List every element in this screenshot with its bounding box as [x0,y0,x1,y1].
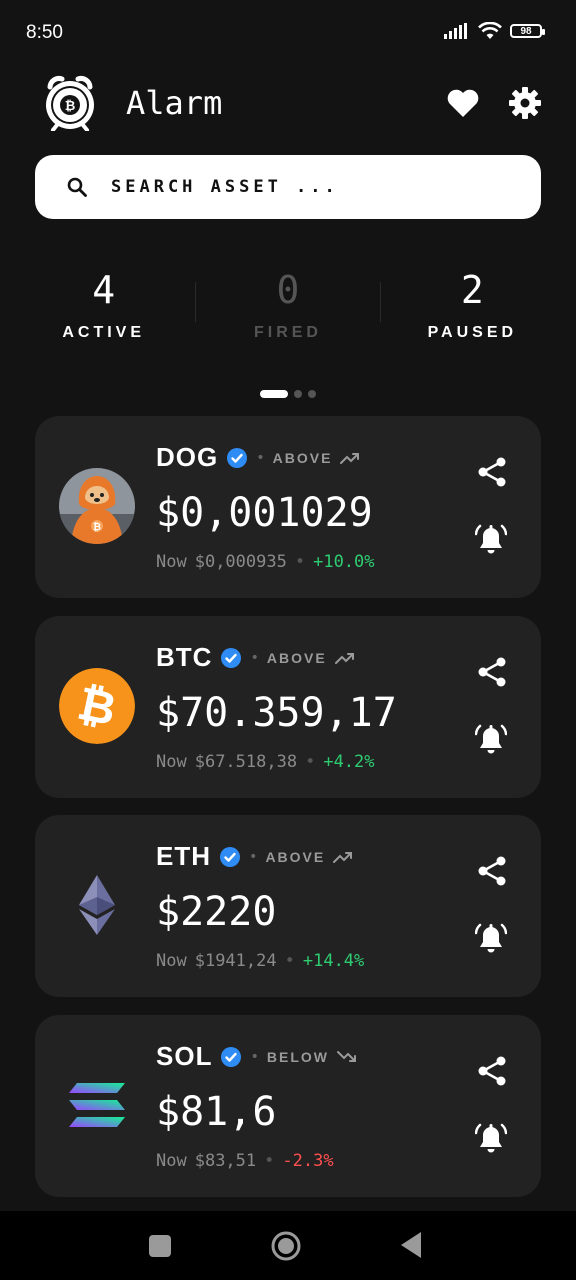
header-actions [446,86,542,120]
alarm-stats: 4 ACTIVE 0 FIRED 2 PAUSED [12,266,564,356]
verified-badge-icon [221,647,242,668]
share-icon[interactable] [477,456,507,488]
alarm-bell-icon[interactable] [475,522,507,556]
alarm-card-dog[interactable]: ₿ DOG • ABOVE $0,001029 Now $0,000935 • … [35,416,541,598]
now-label: Now [156,1151,187,1171]
verified-badge-icon [227,447,248,468]
search-bar[interactable]: SEARCH ASSET ... [35,155,541,219]
current-price: $1941,24 [194,951,277,971]
app-title: Alarm [126,84,223,122]
price-change: +4.2% [323,752,375,772]
target-price: $0,001029 [156,490,373,536]
share-icon[interactable] [477,855,507,887]
system-nav-bar [0,1211,576,1280]
now-label: Now [156,552,187,572]
stat-paused-label: PAUSED [427,324,518,341]
share-icon[interactable] [477,656,507,688]
page-dot-1[interactable] [260,390,288,398]
alarm-direction: BELOW [266,1048,329,1065]
current-price-row: Now $67.518,38 • +4.2% [156,752,375,772]
ticker-symbol: ETH [156,841,211,871]
alarm-bell-icon[interactable] [475,921,507,955]
trending-down-icon [337,1050,356,1062]
battery-level: 98 [520,25,532,37]
stat-fired-count: 0 [276,268,300,312]
app-header: ₿ Alarm [44,74,542,132]
trending-up-icon [333,851,353,863]
back-icon[interactable] [400,1231,422,1259]
page-dot-3[interactable] [308,390,316,398]
stat-active-label: ACTIVE [62,324,145,341]
wifi-icon [478,22,502,39]
stat-paused-count: 2 [460,268,484,312]
current-price: $83,51 [194,1151,257,1171]
solana-icon [59,1067,135,1143]
settings-gear-icon[interactable] [508,86,542,120]
ticker-symbol: BTC [156,642,213,672]
alarm-bell-icon[interactable] [475,1121,507,1155]
price-change: +14.4% [302,951,365,971]
ticker-row: BTC • ABOVE [156,642,355,673]
page-dot-2[interactable] [294,390,302,398]
status-icons: 98 [444,22,545,40]
recent-apps-icon[interactable] [149,1235,171,1257]
search-placeholder: SEARCH ASSET ... [111,177,339,197]
svg-text:₿: ₿ [65,98,76,113]
dog-coin-icon: ₿ [59,468,135,544]
current-price: $67.518,38 [194,752,298,772]
stat-paused[interactable]: 2 PAUSED [381,266,564,356]
home-icon[interactable] [271,1231,301,1261]
stat-fired[interactable]: 0 FIRED [196,266,379,356]
alarm-direction: ABOVE [272,449,333,466]
share-icon[interactable] [477,1055,507,1087]
page-indicator [0,390,576,398]
ethereum-icon [59,867,135,943]
current-price-row: Now $0,000935 • +10.0% [156,552,375,572]
status-time: 8:50 [26,22,63,43]
verified-badge-icon [220,846,240,867]
ticker-row: SOL • BELOW [156,1041,357,1072]
alarm-bell-icon[interactable] [475,722,507,756]
ticker-row: ETH • ABOVE [156,841,353,872]
stat-fired-label: FIRED [253,324,322,341]
price-change: -2.3% [282,1151,334,1171]
status-bar: 8:50 98 [0,0,576,62]
current-price: $0,000935 [194,552,287,572]
search-icon [67,177,87,197]
alarm-card-sol[interactable]: SOL • BELOW $81,6 Now $83,51 • -2.3% [35,1015,541,1197]
bitcoin-alarm-clock-icon: ₿ [46,76,94,131]
favorites-heart-icon[interactable] [446,88,480,118]
target-price: $81,6 [156,1089,277,1135]
svg-text:₿: ₿ [93,521,101,533]
target-price: $70.359,17 [156,690,397,736]
now-label: Now [156,951,187,971]
now-label: Now [156,752,187,772]
verified-badge-icon [221,1046,242,1067]
bitcoin-icon: ₿ [59,668,135,744]
stat-active-count: 4 [92,268,116,312]
ticker-symbol: DOG [156,442,219,472]
target-price: $2220 [156,889,277,935]
current-price-row: Now $83,51 • -2.3% [156,1151,334,1171]
alarm-direction: ABOVE [265,848,326,865]
ticker-row: DOG • ABOVE [156,442,360,473]
stat-active[interactable]: 4 ACTIVE [12,266,195,356]
ticker-symbol: SOL [156,1041,213,1071]
trending-up-icon [340,452,360,464]
price-change: +10.0% [313,552,375,572]
signal-icon [444,23,467,39]
current-price-row: Now $1941,24 • +14.4% [156,951,365,971]
alarm-card-eth[interactable]: ETH • ABOVE $2220 Now $1941,24 • +14.4% [35,815,541,997]
battery-icon: 98 [510,24,545,38]
alarm-card-btc[interactable]: ₿ BTC • ABOVE $70.359,17 Now $67.518,38 … [35,616,541,798]
alarm-direction: ABOVE [266,649,327,666]
trending-up-icon [334,652,354,664]
